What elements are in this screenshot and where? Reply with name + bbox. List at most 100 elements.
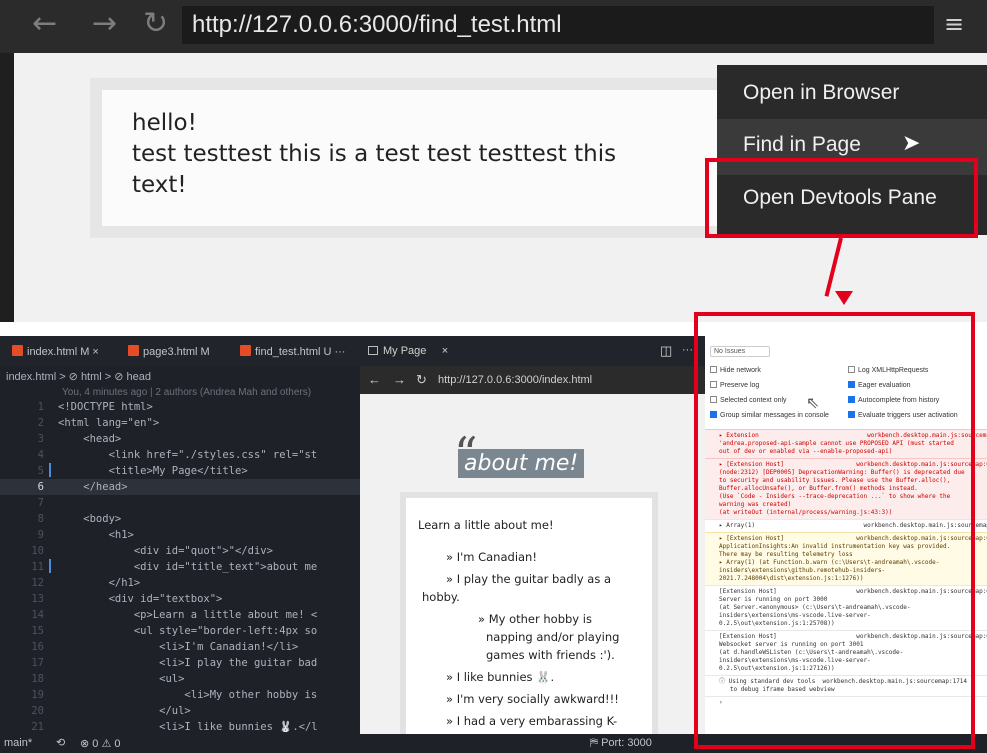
- code-editor[interactable]: 1 <!DOCTYPE html> 2 <html lang="en"> 3 <head…: [0, 399, 360, 739]
- code-text: </ul>: [58, 705, 191, 717]
- code-line[interactable]: 6 </head>: [0, 479, 360, 495]
- annotation-arrow-head-icon: [835, 291, 853, 305]
- code-line[interactable]: 19 <li>My other hobby is: [0, 687, 360, 703]
- tab-index-html[interactable]: index.html M ×: [12, 345, 99, 358]
- line-number: 13: [31, 593, 44, 605]
- close-icon[interactable]: ×: [92, 346, 98, 358]
- code-text: </h1>: [58, 577, 141, 589]
- code-line[interactable]: 7: [0, 495, 360, 511]
- line-number: 6: [37, 481, 44, 493]
- highlight-box-devtools-pane: [694, 312, 975, 749]
- url-bar[interactable]: http://127.0.0.6:3000/find_test.html: [182, 6, 934, 44]
- problems-status[interactable]: ⊗ 0 ⚠ 0: [80, 737, 120, 750]
- screenshot-root: ← → ↻ http://127.0.0.6:3000/find_test.ht…: [0, 0, 987, 753]
- code-line[interactable]: 1 <!DOCTYPE html>: [0, 399, 360, 415]
- textbox: Learn a little about me! » I'm Canadian!…: [400, 492, 658, 739]
- line-number: 17: [31, 657, 44, 669]
- port-status[interactable]: ⛿ Port: 3000: [590, 737, 652, 750]
- line-number: 19: [31, 689, 44, 701]
- code-line[interactable]: 20 </ul>: [0, 703, 360, 719]
- code-text: <li>My other hobby is: [58, 689, 318, 701]
- line-number: 18: [31, 673, 44, 685]
- code-text: <ul>: [58, 673, 185, 685]
- code-text: </head>: [58, 481, 128, 493]
- line-number: 12: [31, 577, 44, 589]
- git-blame-annotation: You, 4 minutes ago | 2 authors (Andrea M…: [62, 387, 312, 398]
- editor-tab-bar: index.html M × page3.html M find_test.ht…: [0, 336, 360, 366]
- more-actions-icon[interactable]: ···: [682, 344, 693, 356]
- html-file-icon: [12, 345, 23, 356]
- breadcrumb[interactable]: index.html > ⊘ html > ⊘ head: [6, 370, 151, 383]
- menu-item-find-in-page[interactable]: Find in Page: [743, 133, 861, 157]
- back-arrow-icon[interactable]: ←: [32, 6, 57, 41]
- more-icon[interactable]: ···: [334, 346, 345, 358]
- code-text: <html lang="en">: [58, 417, 160, 429]
- code-line[interactable]: 21 <li>I like bunnies 🐰.</l: [0, 719, 360, 735]
- code-line[interactable]: 9 <h1>: [0, 527, 360, 543]
- code-line[interactable]: 2 <html lang="en">: [0, 415, 360, 431]
- code-text: <p>Learn a little about me! <: [58, 609, 318, 621]
- code-line[interactable]: 15 <ul style="border-left:4px so: [0, 623, 360, 639]
- code-text: <body>: [58, 513, 122, 525]
- code-text: <div id="quot">"</div>: [58, 545, 273, 557]
- list-item: » I like bunnies 🐰.: [446, 670, 555, 684]
- code-text: <div id="title_text">about me: [58, 561, 318, 573]
- reload-icon[interactable]: ↻: [416, 372, 427, 388]
- close-icon[interactable]: ×: [442, 345, 448, 357]
- forward-arrow-icon[interactable]: →: [393, 372, 406, 387]
- code-line[interactable]: 12 </h1>: [0, 575, 360, 591]
- menu-item-open-in-browser[interactable]: Open in Browser: [743, 81, 899, 105]
- code-line[interactable]: 3 <head>: [0, 431, 360, 447]
- split-editor-icon[interactable]: ◫: [660, 343, 672, 359]
- html-file-icon: [128, 345, 139, 356]
- code-line[interactable]: 11 <div id="title_text">about me: [0, 559, 360, 575]
- preview-tab-bar: My Page × ◫ ···: [360, 336, 705, 366]
- code-text: <!DOCTYPE html>: [58, 401, 153, 413]
- mouse-cursor-icon: ➤: [902, 131, 921, 156]
- hamburger-menu-icon[interactable]: ≡: [944, 10, 964, 38]
- preview-address-bar: ← → ↻ http://127.0.0.6:3000/index.html: [360, 366, 705, 394]
- line-number: 8: [37, 513, 44, 525]
- list-item: » I play the guitar badly as a: [446, 572, 612, 586]
- line-number: 21: [31, 721, 44, 733]
- list-item: » I'm Canadian!: [446, 550, 537, 564]
- code-line[interactable]: 10 <div id="quot">"</div>: [0, 543, 360, 559]
- git-change-marker: [49, 463, 51, 477]
- html-file-icon: [240, 345, 251, 356]
- code-text: <link href="./styles.css" rel="st: [58, 449, 318, 461]
- line-number: 15: [31, 625, 44, 637]
- tab-find-test-html[interactable]: find_test.html U ···: [240, 345, 345, 358]
- code-line[interactable]: 18 <ul>: [0, 671, 360, 687]
- reload-icon[interactable]: ↻: [143, 6, 168, 41]
- preview-page: “ about me! Learn a little about me! » I…: [360, 394, 705, 739]
- back-arrow-icon[interactable]: ←: [368, 372, 381, 387]
- git-branch-status[interactable]: main*: [4, 737, 32, 749]
- code-text: <li>I'm Canadian!</li>: [58, 641, 299, 653]
- line-number: 11: [31, 561, 44, 573]
- code-text: <div id="textbox">: [58, 593, 223, 605]
- tab-page3-html[interactable]: page3.html M: [128, 345, 210, 358]
- code-line[interactable]: 16 <li>I'm Canadian!</li>: [0, 639, 360, 655]
- list-item: » I had a very embarassing K-: [446, 714, 618, 728]
- live-preview-pane: My Page × ◫ ··· ← → ↻ http://127.0.0.6:3…: [360, 336, 705, 739]
- preview-tab[interactable]: My Page ×: [368, 345, 448, 357]
- code-text: <h1>: [58, 529, 134, 541]
- forward-arrow-icon[interactable]: →: [92, 6, 117, 41]
- line-number: 20: [31, 705, 44, 717]
- preview-url[interactable]: http://127.0.0.6:3000/index.html: [438, 374, 592, 386]
- broadcast-icon: ⛿: [590, 737, 598, 749]
- code-line[interactable]: 4 <link href="./styles.css" rel="st: [0, 447, 360, 463]
- line-number: 4: [37, 449, 44, 461]
- line-number: 2: [37, 417, 44, 429]
- line-number: 5: [37, 465, 44, 477]
- list-item: hobby.: [422, 590, 460, 604]
- code-line[interactable]: 5 <title>My Page</title>: [0, 463, 360, 479]
- line-number: 14: [31, 609, 44, 621]
- sync-icon[interactable]: ⟲: [56, 736, 65, 749]
- code-line[interactable]: 8 <body>: [0, 511, 360, 527]
- list-item: » I'm very socially awkward!!!: [446, 692, 619, 706]
- code-line[interactable]: 17 <li>I play the guitar bad: [0, 655, 360, 671]
- line-number: 10: [31, 545, 44, 557]
- code-line[interactable]: 14 <p>Learn a little about me! <: [0, 607, 360, 623]
- code-line[interactable]: 13 <div id="textbox">: [0, 591, 360, 607]
